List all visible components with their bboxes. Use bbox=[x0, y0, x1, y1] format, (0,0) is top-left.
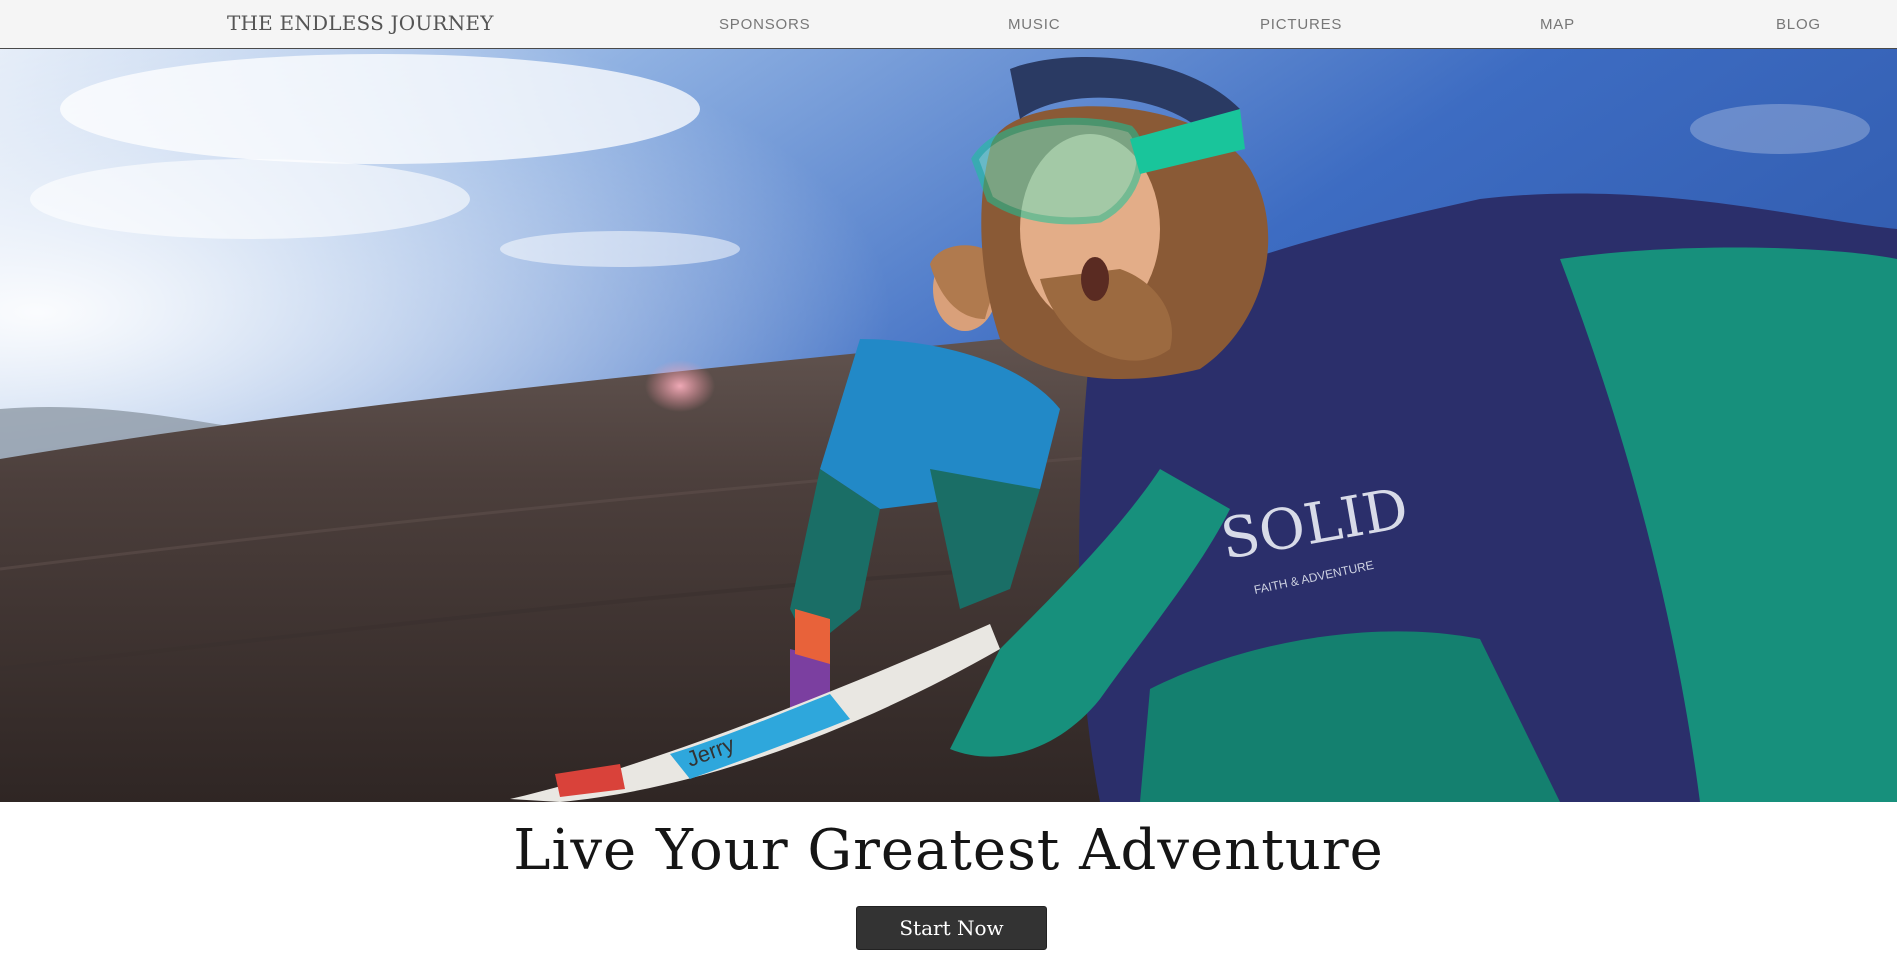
start-now-button[interactable]: Start Now bbox=[856, 906, 1047, 950]
hero-photo-illustration: Jerry SOLID FAITH & ADVENTURE bbox=[0, 49, 1897, 802]
nav-link-music[interactable]: MUSIC bbox=[1008, 16, 1060, 33]
nav-link-sponsors[interactable]: SPONSORS bbox=[719, 16, 810, 33]
top-navbar: THE ENDLESS JOURNEY SPONSORS MUSIC PICTU… bbox=[0, 0, 1897, 49]
nav-link-blog[interactable]: BLOG bbox=[1776, 16, 1821, 33]
hero-image: Jerry SOLID FAITH & ADVENTURE bbox=[0, 49, 1897, 802]
nav-link-pictures[interactable]: PICTURES bbox=[1260, 16, 1342, 33]
brand-logo-link[interactable]: THE ENDLESS JOURNEY bbox=[227, 11, 494, 35]
nav-link-map[interactable]: MAP bbox=[1540, 16, 1575, 33]
hero-headline: Live Your Greatest Adventure bbox=[513, 818, 1384, 883]
